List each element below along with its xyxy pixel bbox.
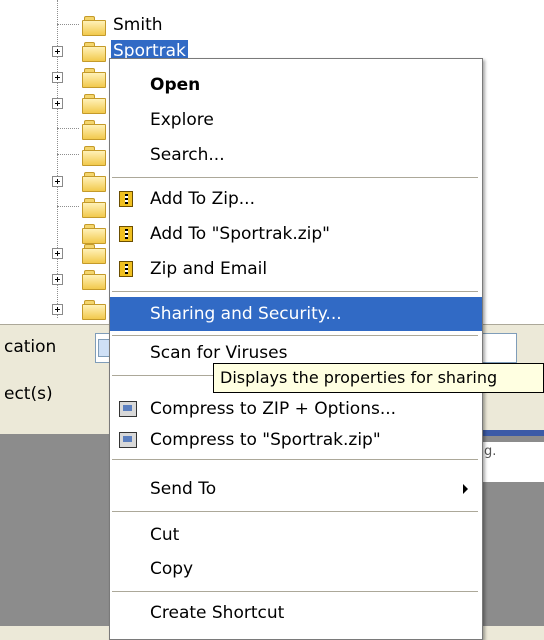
- expand-plus-icon[interactable]: [52, 248, 63, 259]
- tooltip: Displays the properties for sharing: [213, 363, 544, 393]
- menu-item-compress-named-zip[interactable]: Compress to "Sportrak.zip": [110, 426, 482, 454]
- expand-plus-icon[interactable]: [52, 304, 63, 315]
- menu-item-label: Add To Zip...: [150, 189, 255, 209]
- menu-item-label: Zip and Email: [150, 259, 268, 279]
- tree-item[interactable]: [0, 296, 110, 322]
- expand-plus-icon[interactable]: [52, 72, 63, 83]
- menu-separator: [112, 459, 478, 460]
- tree-item[interactable]: [0, 168, 110, 194]
- menu-separator: [112, 591, 478, 592]
- tree-item[interactable]: [0, 90, 110, 116]
- submenu-arrow-icon: [463, 484, 468, 494]
- tree-item[interactable]: [0, 142, 110, 168]
- menu-separator: [112, 335, 478, 336]
- menu-item-label: Cut: [150, 525, 180, 545]
- menu-item-label: Compress to "Sportrak.zip": [150, 430, 381, 450]
- menu-item-label: Create Shortcut: [150, 603, 285, 623]
- menu-item-sharing-security[interactable]: Sharing and Security...: [110, 297, 482, 331]
- menu-separator: [112, 511, 478, 512]
- tooltip-text: Displays the properties for sharing: [220, 368, 498, 387]
- menu-item-label: Search...: [150, 145, 225, 165]
- expand-plus-icon[interactable]: [52, 46, 63, 57]
- menu-item-label: Sharing and Security...: [150, 304, 342, 324]
- menu-item-label: Open: [150, 75, 201, 95]
- menu-item-label: Add To "Sportrak.zip": [150, 224, 330, 244]
- menu-item-cut[interactable]: Cut: [110, 521, 482, 549]
- context-menu: Open Explore Search... Add To Zip... Add…: [109, 58, 483, 640]
- folder-icon: [82, 15, 106, 36]
- address-label: cation: [4, 337, 57, 357]
- folder-icon: [82, 197, 106, 218]
- tree-branch-line: [57, 154, 79, 155]
- menu-item-send-to[interactable]: Send To: [110, 475, 482, 503]
- menu-item-copy[interactable]: Copy: [110, 555, 482, 583]
- tree-item[interactable]: [0, 266, 110, 292]
- tree-branch-line: [57, 128, 79, 129]
- menu-separator: [112, 291, 478, 292]
- folder-icon: [82, 269, 106, 290]
- folder-icon: [82, 93, 106, 114]
- partial-text: g.: [484, 444, 497, 459]
- menu-item-search[interactable]: Search...: [110, 141, 482, 169]
- expand-plus-icon[interactable]: [52, 274, 63, 285]
- tree-branch-line: [57, 24, 79, 25]
- menu-item-open[interactable]: Open: [110, 71, 482, 99]
- winzip-icon: [119, 226, 133, 242]
- menu-separator: [112, 177, 478, 178]
- folder-icon: [82, 299, 106, 320]
- tree-item-label: Smith: [113, 15, 163, 35]
- tree-item-smith[interactable]: Smith: [0, 12, 260, 38]
- menu-item-add-to-zip[interactable]: Add To Zip...: [110, 185, 482, 213]
- menu-item-create-shortcut[interactable]: Create Shortcut: [110, 599, 482, 627]
- menu-item-explore[interactable]: Explore: [110, 106, 482, 134]
- tree-item[interactable]: [0, 116, 110, 142]
- menu-item-label: Scan for Viruses: [150, 343, 288, 363]
- menu-item-label: Explore: [150, 110, 214, 130]
- folder-icon: [82, 41, 106, 62]
- tree-branch-line: [57, 206, 79, 207]
- folder-icon: [82, 145, 106, 166]
- menu-item-compress-zip-options[interactable]: Compress to ZIP + Options...: [110, 395, 482, 423]
- menu-item-label: Compress to ZIP + Options...: [150, 399, 397, 419]
- compress-icon: [119, 401, 137, 417]
- folder-icon: [82, 243, 106, 264]
- tree-item[interactable]: [0, 194, 110, 220]
- menu-item-add-to-named-zip[interactable]: Add To "Sportrak.zip": [110, 220, 482, 248]
- partial-text-panel: g.: [480, 442, 544, 482]
- expand-plus-icon[interactable]: [52, 176, 63, 187]
- folder-icon: [82, 67, 106, 88]
- winzip-icon: [119, 261, 133, 277]
- tree-item[interactable]: [0, 64, 110, 90]
- tree-item[interactable]: [0, 240, 110, 266]
- compress-icon: [119, 432, 137, 448]
- menu-item-label: Send To: [150, 479, 217, 499]
- folder-icon: [82, 119, 106, 140]
- folder-icon: [82, 171, 106, 192]
- panel-label: ect(s): [4, 384, 53, 404]
- expand-plus-icon[interactable]: [52, 98, 63, 109]
- menu-item-zip-and-email[interactable]: Zip and Email: [110, 255, 482, 283]
- menu-item-label: Copy: [150, 559, 194, 579]
- winzip-icon: [119, 191, 133, 207]
